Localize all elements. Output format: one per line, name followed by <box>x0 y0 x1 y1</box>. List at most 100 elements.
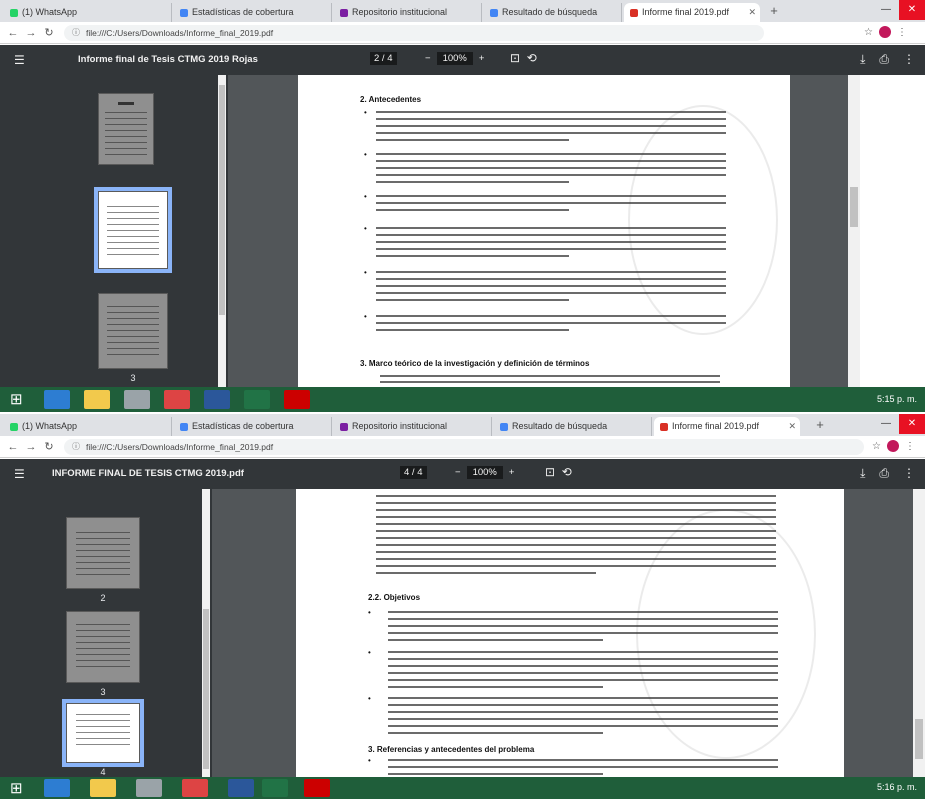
zoom-out-button[interactable]: − <box>455 467 461 478</box>
page-thumbnail[interactable] <box>66 517 140 589</box>
browser-tab[interactable]: Estadísticas de cobertura <box>174 3 332 22</box>
browser-tab[interactable]: Repositorio institucional <box>334 3 482 22</box>
fit-page-icon[interactable]: ⊡ <box>545 465 555 479</box>
close-tab-icon[interactable]: ✕ <box>748 3 756 22</box>
page-thumbnail-selected[interactable] <box>62 699 144 767</box>
zoom-level[interactable]: 100% <box>466 466 503 479</box>
menu-icon[interactable]: ☰ <box>14 467 25 481</box>
sidebar-scrollbar[interactable] <box>202 489 210 777</box>
page-thumbnail[interactable] <box>98 93 154 165</box>
browser-tab[interactable]: Resultado de búsqueda <box>484 3 622 22</box>
file-explorer-icon[interactable] <box>84 390 110 409</box>
profile-avatar[interactable] <box>887 440 899 452</box>
reload-icon[interactable]: ↻ <box>42 439 56 455</box>
forward-icon[interactable]: → <box>24 439 38 455</box>
page-thumbnail-selected[interactable] <box>94 187 172 273</box>
text-line <box>376 227 726 229</box>
tab-label: (1) WhatsApp <box>22 7 78 17</box>
tab-label: Resultado de búsqueda <box>512 421 608 431</box>
pdf-icon <box>660 422 668 431</box>
minimize-button[interactable]: — <box>873 0 899 20</box>
viewer-scrollbar[interactable] <box>848 75 860 387</box>
word-icon[interactable] <box>228 779 254 797</box>
page-number-input[interactable]: 4 / 4 <box>400 466 427 479</box>
rotate-icon[interactable]: ⟲ <box>527 51 537 65</box>
text-line <box>376 537 776 539</box>
new-tab-button[interactable]: + <box>812 417 828 433</box>
ie-icon[interactable] <box>44 779 70 797</box>
ie-icon[interactable] <box>44 390 70 409</box>
media-player-icon[interactable] <box>124 390 150 409</box>
text-line <box>376 551 776 553</box>
browser-tab-whatsapp[interactable]: (1) WhatsApp <box>4 417 172 436</box>
text-line <box>376 181 569 183</box>
chrome-icon[interactable] <box>182 779 208 797</box>
screenshot-bottom: (1) WhatsApp Estadísticas de cobertura R… <box>0 414 925 799</box>
browser-tab[interactable]: Estadísticas de cobertura <box>174 417 332 436</box>
acrobat-icon[interactable] <box>284 390 310 409</box>
download-icon[interactable]: ⤓ <box>860 52 865 67</box>
more-options-icon[interactable]: ⋮ <box>903 52 915 67</box>
star-icon[interactable]: ☆ <box>864 27 873 38</box>
page-thumbnail[interactable] <box>98 293 168 369</box>
viewer-scrollbar[interactable] <box>913 489 925 777</box>
close-window-button[interactable]: ✕ <box>899 0 925 20</box>
excel-icon[interactable] <box>262 779 288 797</box>
close-window-button[interactable]: ✕ <box>899 414 925 434</box>
sidebar-scrollbar[interactable] <box>218 75 226 387</box>
windows-start-icon[interactable]: ⊞ <box>10 390 23 408</box>
zoom-in-button[interactable]: + <box>479 53 485 64</box>
download-icon[interactable]: ⤓ <box>860 466 865 481</box>
url-input[interactable]: ⓘ file:///C:/Users/Downloads/Informe_fina… <box>64 439 864 455</box>
page-number-input[interactable]: 2 / 4 <box>370 52 397 65</box>
file-explorer-icon[interactable] <box>90 779 116 797</box>
excel-icon[interactable] <box>244 390 270 409</box>
more-options-icon[interactable]: ⋮ <box>903 466 915 481</box>
text-line <box>376 271 726 273</box>
more-icon[interactable]: ⋮ <box>905 441 915 452</box>
chrome-icon[interactable] <box>164 390 190 409</box>
browser-tab-whatsapp[interactable]: (1) WhatsApp <box>4 3 172 22</box>
bullet-marker: • <box>364 150 367 159</box>
zoom-in-button[interactable]: + <box>509 467 515 478</box>
pdf-page: 2. Antecedentes • • • • • • 3. Marco teórico … <box>298 75 790 387</box>
bullet-marker: • <box>364 312 367 321</box>
back-icon[interactable]: ← <box>6 439 20 455</box>
section-heading: 2. Antecedentes <box>360 95 422 104</box>
print-icon[interactable]: ⎙ <box>879 52 889 67</box>
browser-tab[interactable]: Repositorio institucional <box>334 417 492 436</box>
zoom-out-button[interactable]: − <box>425 53 431 64</box>
address-bar-row: ← → ↻ ⓘ file:///C:/Users/Downloads/Inform… <box>0 22 925 44</box>
word-icon[interactable] <box>204 390 230 409</box>
viewer-scroll-thumb[interactable] <box>850 187 858 227</box>
back-icon[interactable]: ← <box>6 25 20 41</box>
text-line <box>388 766 778 768</box>
media-player-icon[interactable] <box>136 779 162 797</box>
reload-icon[interactable]: ↻ <box>42 25 56 41</box>
print-icon[interactable]: ⎙ <box>879 466 889 481</box>
browser-tabstrip: (1) WhatsApp Estadísticas de cobertura R… <box>0 0 925 22</box>
system-clock: 5:15 p. m. <box>876 394 917 404</box>
rotate-icon[interactable]: ⟲ <box>562 465 572 479</box>
acrobat-icon[interactable] <box>304 779 330 797</box>
viewer-scroll-thumb[interactable] <box>915 719 923 759</box>
profile-avatar[interactable] <box>879 26 891 38</box>
whatsapp-icon <box>10 8 18 17</box>
page-thumbnail[interactable] <box>66 611 140 683</box>
close-tab-icon[interactable]: ✕ <box>788 417 796 436</box>
more-icon[interactable]: ⋮ <box>897 27 907 38</box>
star-icon[interactable]: ☆ <box>872 441 881 452</box>
minimize-button[interactable]: — <box>873 414 899 434</box>
sidebar-scroll-thumb[interactable] <box>219 85 225 315</box>
browser-tab[interactable]: Resultado de búsqueda <box>494 417 652 436</box>
menu-icon[interactable]: ☰ <box>14 53 25 67</box>
browser-tab-active[interactable]: Informe final 2019.pdf ✕ <box>654 417 800 436</box>
sidebar-scroll-thumb[interactable] <box>203 609 209 769</box>
browser-tab-active[interactable]: Informe final 2019.pdf ✕ <box>624 3 760 22</box>
url-input[interactable]: ⓘ file:///C:/Users/Downloads/Informe_fina… <box>64 25 764 41</box>
zoom-level[interactable]: 100% <box>436 52 473 65</box>
fit-page-icon[interactable]: ⊡ <box>510 51 520 65</box>
new-tab-button[interactable]: + <box>766 3 782 19</box>
windows-start-icon[interactable]: ⊞ <box>10 779 23 797</box>
forward-icon[interactable]: → <box>24 25 38 41</box>
